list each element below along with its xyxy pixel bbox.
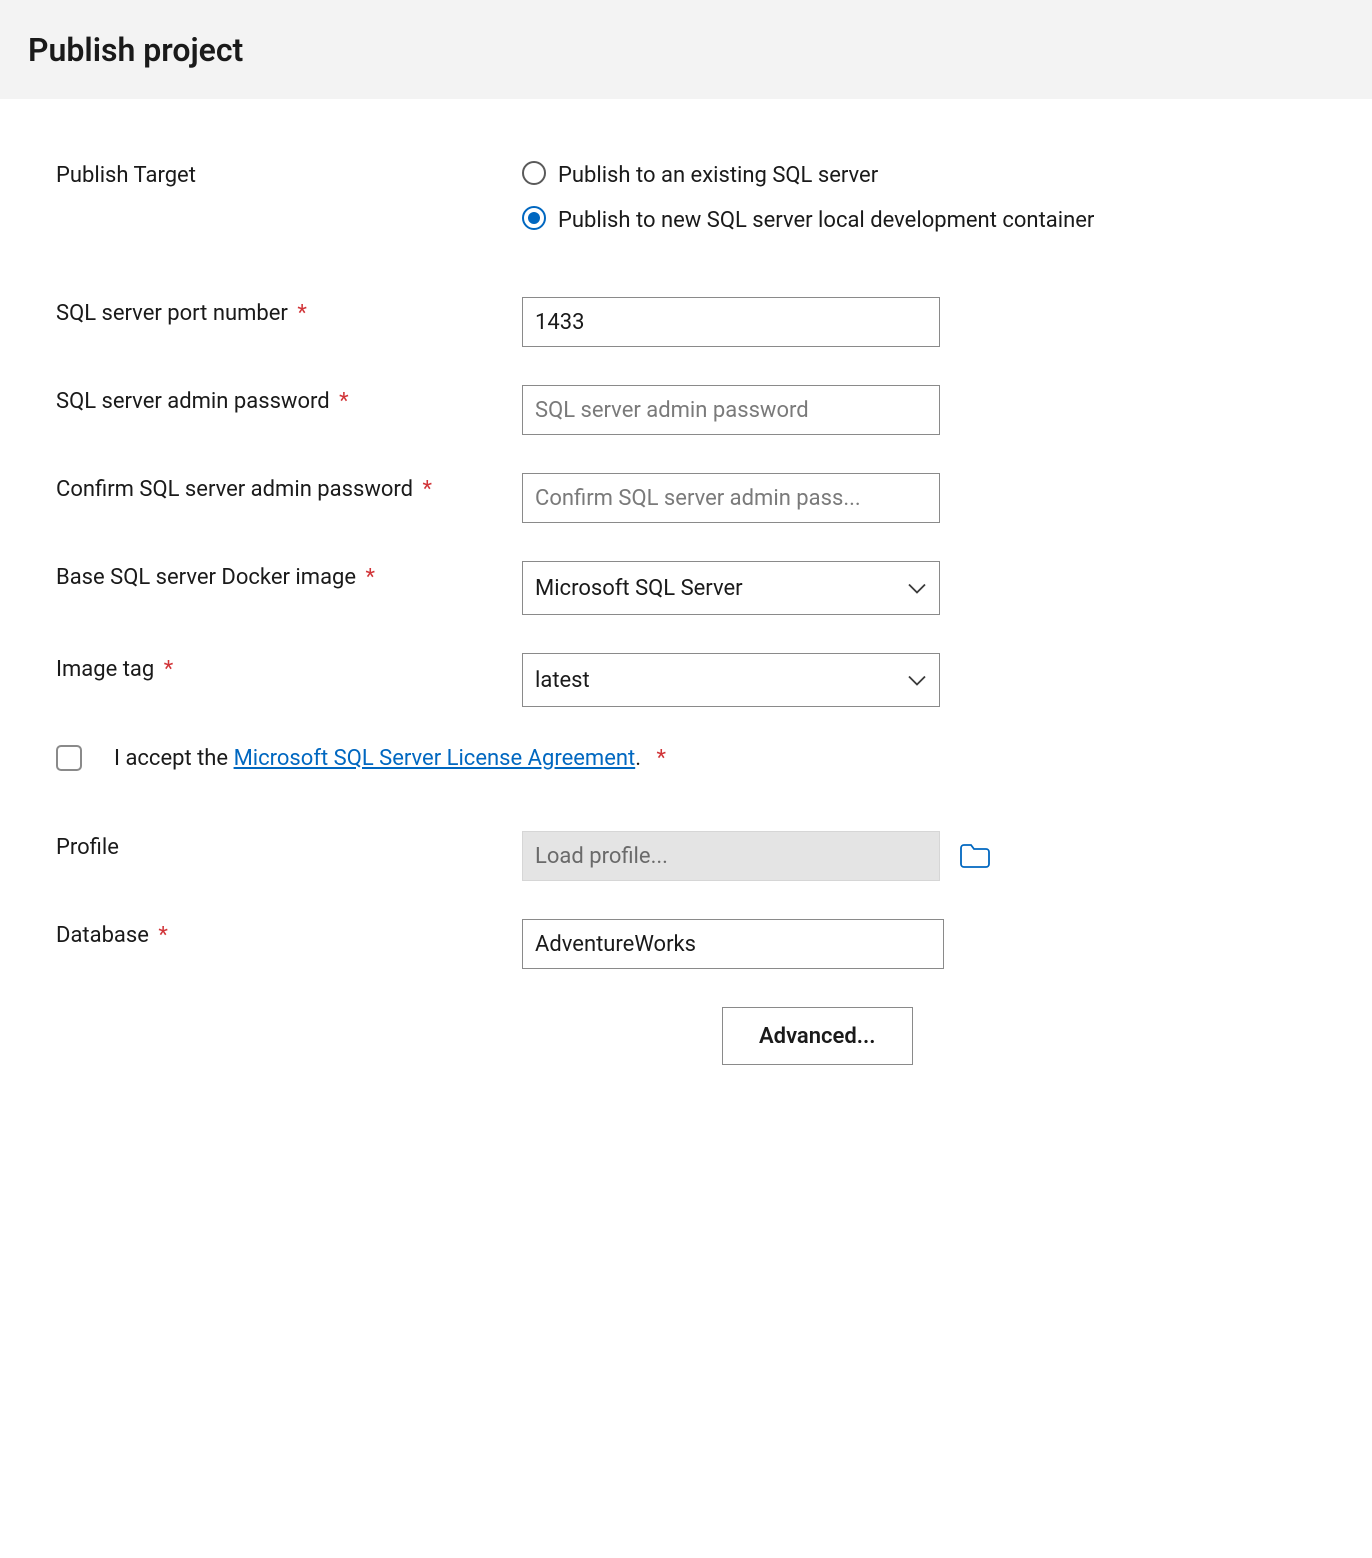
profile-label: Profile [56,831,522,860]
profile-placeholder: Load profile... [535,844,668,869]
label-text: Confirm SQL server admin password [56,477,413,502]
select-value: Microsoft SQL Server [535,576,743,601]
label-text: Database [56,923,149,948]
profile-controls: Load profile... [522,831,1316,881]
radio-new-container[interactable]: Publish to new SQL server local developm… [522,204,1316,237]
database-input[interactable] [522,919,944,969]
required-marker: * [423,477,432,502]
required-marker: * [656,746,665,771]
radio-button-icon [522,206,546,230]
docker-image-row: Base SQL server Docker image * Microsoft… [56,561,1316,615]
license-label: I accept the Microsoft SQL Server Licens… [114,746,666,771]
publish-target-radio-group: Publish to an existing SQL server Publis… [522,159,1316,237]
radio-selected-dot [528,212,540,224]
license-link[interactable]: Microsoft SQL Server License Agreement [234,746,636,771]
confirm-password-row: Confirm SQL server admin password * [56,473,1316,523]
admin-password-control [522,385,1316,435]
radio-existing-server[interactable]: Publish to an existing SQL server [522,159,1316,192]
required-marker: * [366,565,375,590]
image-tag-control: latest [522,653,1316,707]
publish-target-controls: Publish to an existing SQL server Publis… [522,159,1316,237]
label-text: SQL server admin password [56,389,330,414]
label-text: Base SQL server Docker image [56,565,356,590]
label-text: Image tag [56,657,154,682]
profile-row: Profile Load profile... [56,831,1316,881]
radio-label: Publish to new SQL server local developm… [558,204,1094,237]
port-row: SQL server port number * [56,297,1316,347]
required-marker: * [164,657,173,682]
admin-password-row: SQL server admin password * [56,385,1316,435]
database-label: Database * [56,919,522,948]
select-display: latest [522,653,940,707]
select-value: latest [535,668,590,693]
confirm-password-label: Confirm SQL server admin password * [56,473,522,502]
database-row: Database * [56,919,1316,969]
dialog-header: Publish project [0,0,1372,99]
browse-folder-button[interactable] [960,844,990,868]
profile-input[interactable]: Load profile... [522,831,940,881]
confirm-password-input[interactable] [522,473,940,523]
license-checkbox[interactable] [56,745,82,771]
radio-button-icon [522,161,546,185]
port-input[interactable] [522,297,940,347]
admin-password-label: SQL server admin password * [56,385,522,414]
dialog-title: Publish project [28,31,243,69]
license-suffix: . [635,746,641,771]
advanced-button-row: Advanced... [722,1007,1316,1065]
confirm-password-control [522,473,1316,523]
image-tag-select[interactable]: latest [522,653,940,707]
image-tag-row: Image tag * latest [56,653,1316,707]
publish-target-row: Publish Target Publish to an existing SQ… [56,159,1316,237]
radio-label: Publish to an existing SQL server [558,159,878,192]
form-content: Publish Target Publish to an existing SQ… [0,99,1372,1105]
select-display: Microsoft SQL Server [522,561,940,615]
publish-target-label: Publish Target [56,159,522,188]
required-marker: * [297,301,306,326]
license-prefix: I accept the [114,746,234,771]
required-marker: * [158,923,167,948]
admin-password-input[interactable] [522,385,940,435]
license-row: I accept the Microsoft SQL Server Licens… [56,745,1316,771]
image-tag-label: Image tag * [56,653,522,682]
docker-image-select[interactable]: Microsoft SQL Server [522,561,940,615]
docker-image-control: Microsoft SQL Server [522,561,1316,615]
database-control [522,919,1316,969]
folder-icon [960,844,990,868]
docker-image-label: Base SQL server Docker image * [56,561,522,590]
port-label: SQL server port number * [56,297,522,326]
port-control [522,297,1316,347]
advanced-button[interactable]: Advanced... [722,1007,913,1065]
label-text: SQL server port number [56,301,288,326]
required-marker: * [339,389,348,414]
